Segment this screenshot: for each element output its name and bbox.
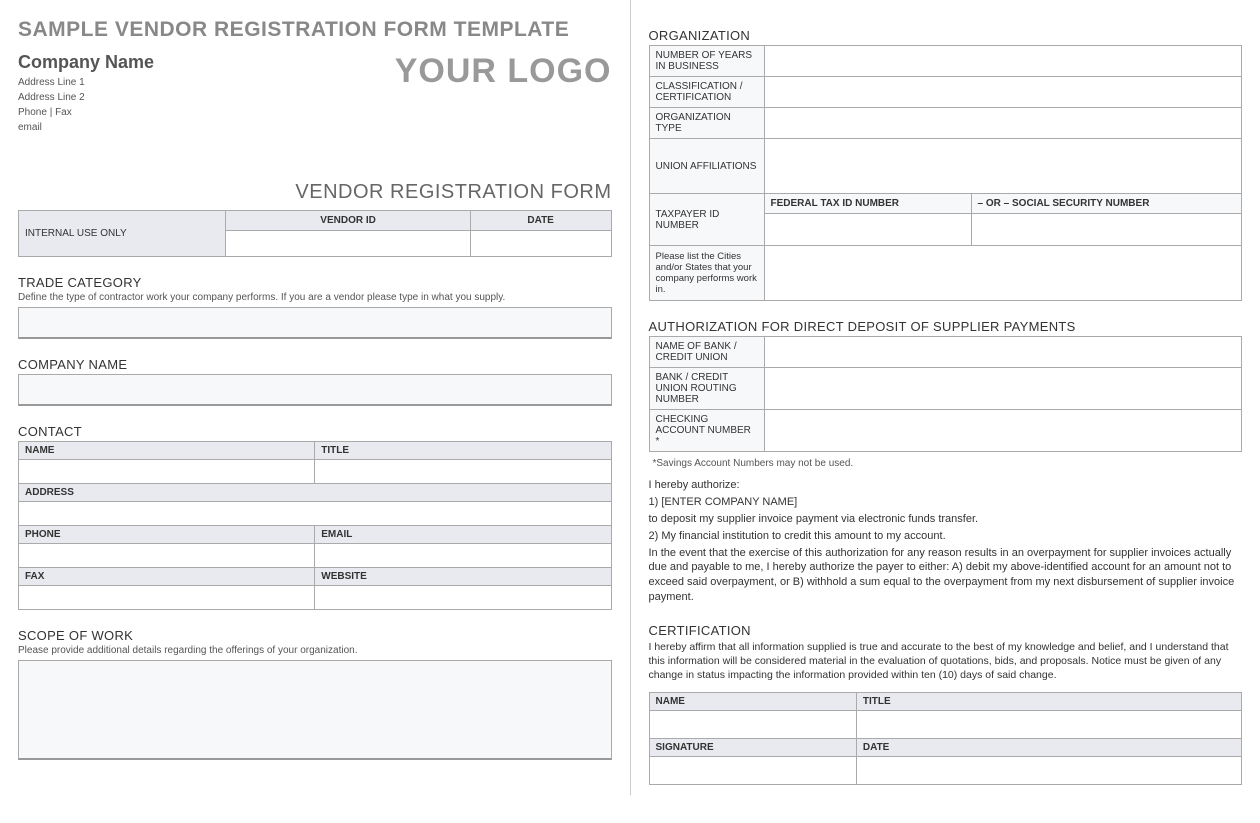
org-taxpayer-label: TAXPAYER ID NUMBER <box>649 194 764 246</box>
contact-name-header: NAME <box>19 442 315 460</box>
sig-date-input[interactable] <box>856 757 1241 785</box>
deposit-bank-label: NAME OF BANK / CREDIT UNION <box>649 337 764 368</box>
org-type-input[interactable] <box>764 108 1242 139</box>
date-input[interactable] <box>470 231 611 257</box>
contact-heading: CONTACT <box>18 424 612 439</box>
scope-heading: SCOPE OF WORK <box>18 628 612 643</box>
company-name: Company Name <box>18 52 154 73</box>
deposit-bank-input[interactable] <box>764 337 1242 368</box>
date-header: DATE <box>470 211 611 231</box>
phone-fax: Phone | Fax <box>18 105 154 120</box>
trade-heading: TRADE CATEGORY <box>18 275 612 290</box>
org-union-label: UNION AFFILIATIONS <box>649 139 764 194</box>
contact-website-header: WEBSITE <box>315 568 611 586</box>
company-heading: COMPANY NAME <box>18 357 612 372</box>
trade-desc: Define the type of contractor work your … <box>18 292 612 303</box>
org-fedtax-input[interactable] <box>764 214 971 246</box>
sig-signature-header: SIGNATURE <box>649 739 856 757</box>
contact-fax-header: FAX <box>19 568 315 586</box>
contact-title-header: TITLE <box>315 442 611 460</box>
vendor-id-input[interactable] <box>226 231 470 257</box>
org-ssn-input[interactable] <box>971 214 1241 246</box>
contact-fax-input[interactable] <box>19 586 315 610</box>
sig-title-header: TITLE <box>856 693 1241 711</box>
org-table: NUMBER OF YEARS IN BUSINESS CLASSIFICATI… <box>649 45 1243 301</box>
org-fedtax-header: FEDERAL TAX ID NUMBER <box>764 194 971 214</box>
org-class-label: CLASSIFICATION / CERTIFICATION <box>649 77 764 108</box>
cert-text: I hereby affirm that all information sup… <box>649 640 1243 683</box>
scope-desc: Please provide additional details regard… <box>18 645 612 656</box>
deposit-heading: AUTHORIZATION FOR DIRECT DEPOSIT OF SUPP… <box>649 319 1243 334</box>
auth-line3: to deposit my supplier invoice payment v… <box>649 512 1243 527</box>
form-title: SAMPLE VENDOR REGISTRATION FORM TEMPLATE <box>18 18 612 42</box>
auth-line5: In the event that the exercise of this a… <box>649 546 1243 605</box>
contact-name-input[interactable] <box>19 460 315 484</box>
logo-placeholder: YOUR LOGO <box>395 52 612 91</box>
deposit-routing-label: BANK / CREDIT UNION ROUTING NUMBER <box>649 368 764 410</box>
org-ssn-header: – OR – SOCIAL SECURITY NUMBER <box>971 194 1241 214</box>
sig-name-input[interactable] <box>649 711 856 739</box>
org-years-label: NUMBER OF YEARS IN BUSINESS <box>649 46 764 77</box>
trade-input[interactable] <box>18 307 612 339</box>
address-line-1: Address Line 1 <box>18 75 154 90</box>
contact-website-input[interactable] <box>315 586 611 610</box>
signature-table: NAME TITLE SIGNATURE DATE <box>649 692 1243 785</box>
auth-line2: 1) [ENTER COMPANY NAME] <box>649 495 1243 510</box>
contact-phone-input[interactable] <box>19 544 315 568</box>
sig-title-input[interactable] <box>856 711 1241 739</box>
auth-line4: 2) My financial institution to credit th… <box>649 529 1243 544</box>
deposit-checking-label: CHECKING ACCOUNT NUMBER * <box>649 410 764 452</box>
email: email <box>18 120 154 135</box>
page-container: SAMPLE VENDOR REGISTRATION FORM TEMPLATE… <box>0 0 1260 795</box>
sig-signature-input[interactable] <box>649 757 856 785</box>
right-column: ORGANIZATION NUMBER OF YEARS IN BUSINESS… <box>631 0 1260 795</box>
company-block: Company Name Address Line 1 Address Line… <box>18 52 154 135</box>
org-type-label: ORGANIZATION TYPE <box>649 108 764 139</box>
org-union-input[interactable] <box>764 139 1242 194</box>
deposit-footnote: *Savings Account Numbers may not be used… <box>653 458 1243 469</box>
auth-line1: I hereby authorize: <box>649 479 1243 491</box>
vendor-id-header: VENDOR ID <box>226 211 470 231</box>
company-input[interactable] <box>18 374 612 406</box>
header-row: Company Name Address Line 1 Address Line… <box>18 52 612 135</box>
address-line-2: Address Line 2 <box>18 90 154 105</box>
sig-date-header: DATE <box>856 739 1241 757</box>
contact-table: NAME TITLE ADDRESS PHONE EMAIL <box>18 441 612 610</box>
contact-address-input[interactable] <box>19 502 612 526</box>
contact-email-input[interactable] <box>315 544 611 568</box>
contact-phone-header: PHONE <box>19 526 315 544</box>
deposit-checking-input[interactable] <box>764 410 1242 452</box>
contact-address-header: ADDRESS <box>19 484 612 502</box>
internal-use-label: INTERNAL USE ONLY <box>19 211 226 257</box>
org-cities-label: Please list the Cities and/or States tha… <box>649 246 764 301</box>
contact-email-header: EMAIL <box>315 526 611 544</box>
org-cities-input[interactable] <box>764 246 1242 301</box>
subheading: VENDOR REGISTRATION FORM <box>18 181 612 204</box>
cert-heading: CERTIFICATION <box>649 623 1243 638</box>
internal-use-table: INTERNAL USE ONLY VENDOR ID DATE <box>18 210 612 257</box>
deposit-routing-input[interactable] <box>764 368 1242 410</box>
org-class-input[interactable] <box>764 77 1242 108</box>
left-column: SAMPLE VENDOR REGISTRATION FORM TEMPLATE… <box>0 0 631 795</box>
deposit-table: NAME OF BANK / CREDIT UNION BANK / CREDI… <box>649 336 1243 452</box>
org-years-input[interactable] <box>764 46 1242 77</box>
contact-title-input[interactable] <box>315 460 611 484</box>
scope-input[interactable] <box>18 660 612 760</box>
org-heading: ORGANIZATION <box>649 28 1243 43</box>
sig-name-header: NAME <box>649 693 856 711</box>
